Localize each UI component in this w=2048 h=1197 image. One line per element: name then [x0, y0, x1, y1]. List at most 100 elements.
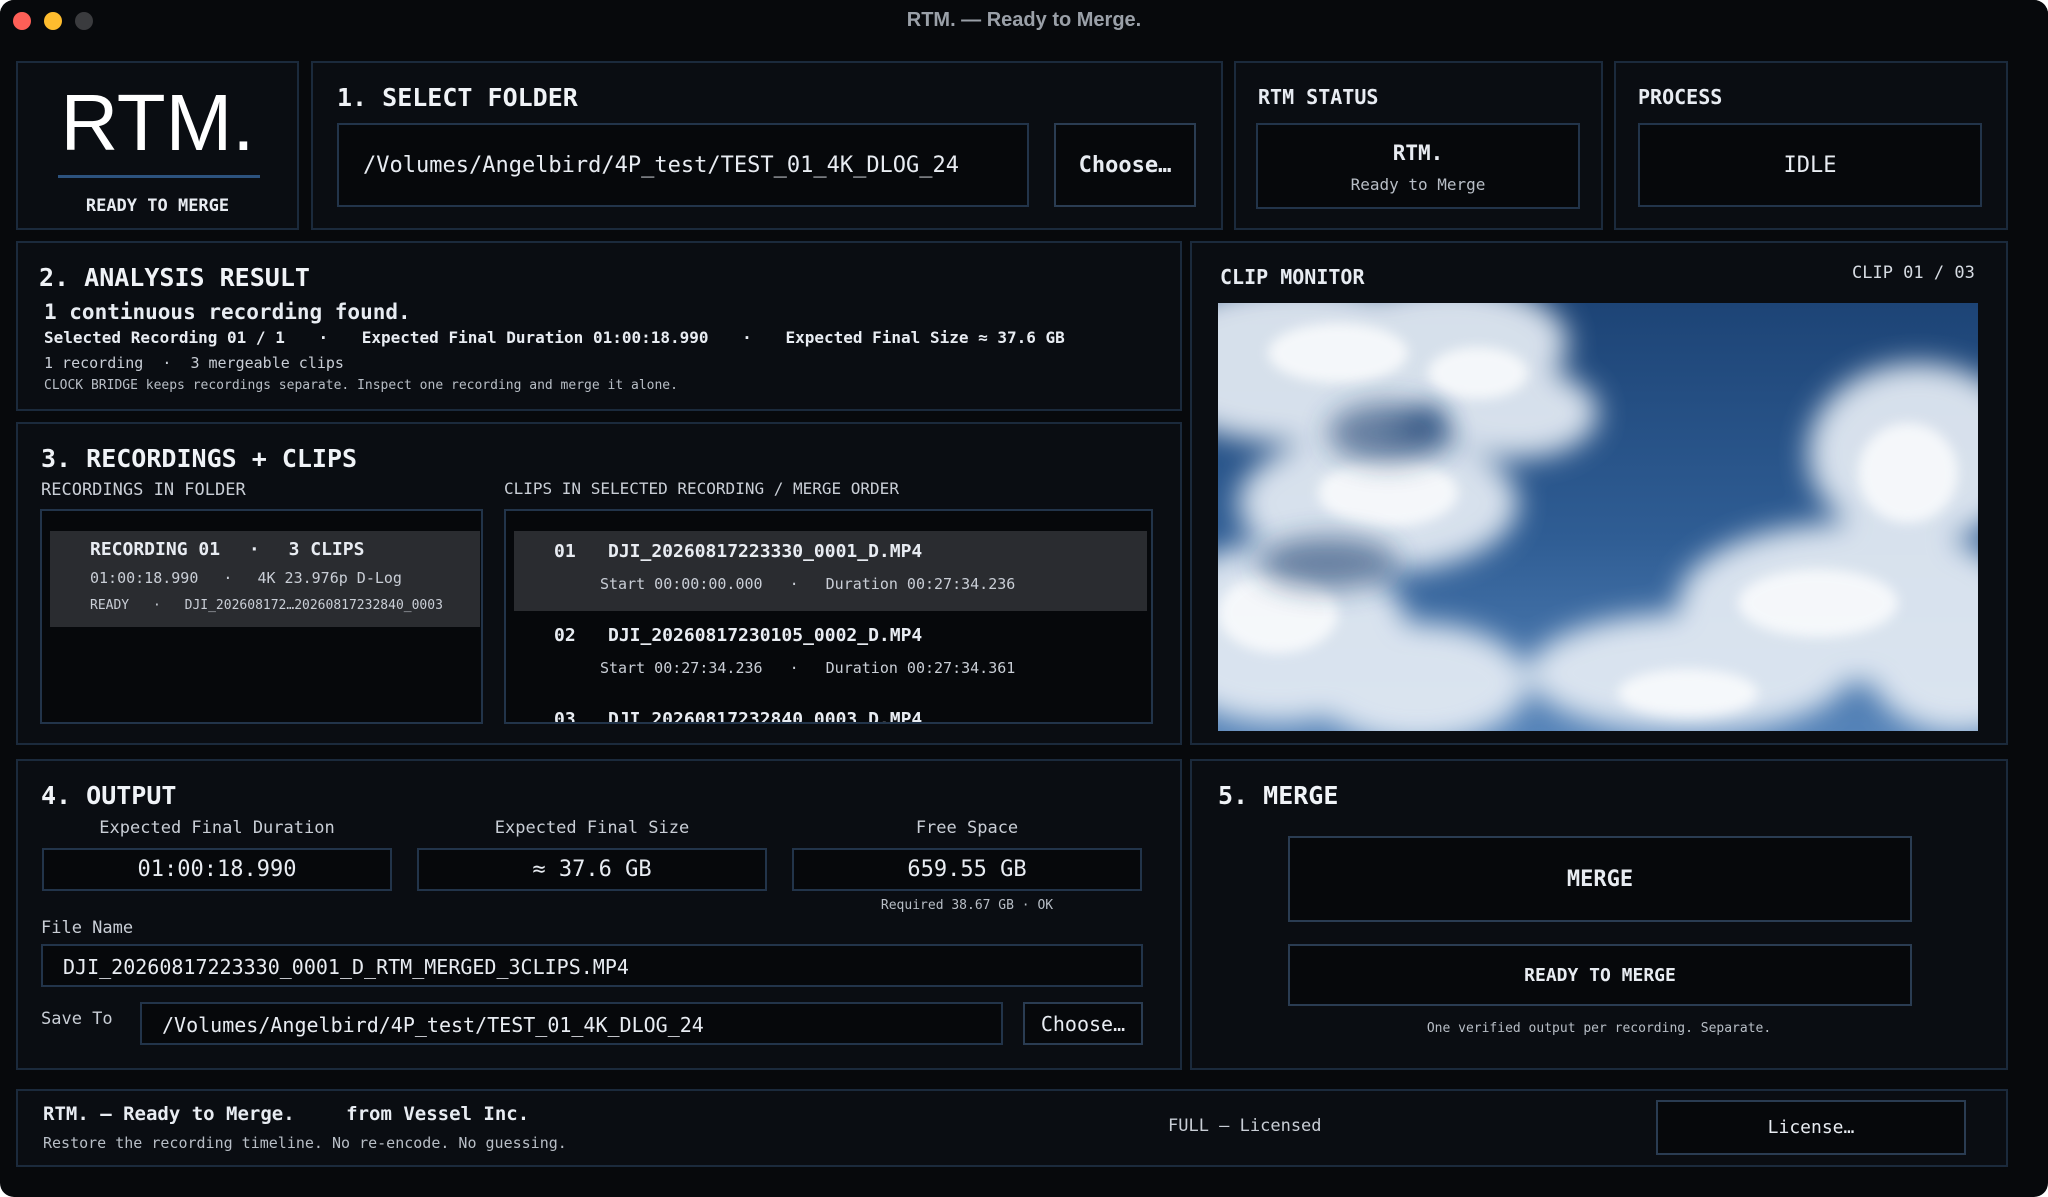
recording-files: DJI_202608172…20260817232840_0003 — [184, 598, 443, 613]
footer-title-row: RTM. — Ready to Merge. from Vessel Inc. — [43, 1103, 529, 1125]
expected-duration-text: Expected Final Duration 01:00:18.990 — [361, 328, 709, 347]
choose-output-button[interactable]: Choose… — [1023, 1002, 1143, 1045]
folder-path-field[interactable]: /Volumes/Angelbird/4P_test/TEST_01_4K_DL… — [337, 123, 1029, 207]
clip-file-name: DJI_20260817230105_0002_D.MP4 — [608, 625, 923, 646]
separator: · — [152, 598, 161, 613]
analysis-counts-row: 1 recording · 3 mergeable clips — [44, 354, 344, 372]
ready-to-merge-status: READY TO MERGE — [1288, 944, 1912, 1006]
clip-preview-image — [1218, 303, 1978, 731]
brand-panel: RTM. READY TO MERGE — [16, 61, 299, 230]
merge-button-label: MERGE — [1566, 866, 1634, 892]
save-to-input[interactable]: /Volumes/Angelbird/4P_test/TEST_01_4K_DL… — [140, 1002, 1003, 1045]
app-window: RTM. — Ready to Merge. RTM. READY TO MER… — [0, 0, 2048, 1197]
file-name-label: File Name — [41, 918, 134, 938]
recording-status-row: READY · DJI_202608172…20260817232840_000… — [90, 598, 443, 613]
clip-number: 03 — [554, 709, 576, 724]
footer-app-name: RTM. — Ready to Merge. — [43, 1103, 295, 1125]
process-title: PROCESS — [1638, 85, 1723, 109]
size-value: ≈ 37.6 GB — [532, 857, 652, 882]
selected-recording-text: Selected Recording 01 / 1 — [44, 328, 285, 347]
cloud-sky-image — [1218, 303, 1978, 731]
merge-button[interactable]: MERGE — [1288, 836, 1912, 922]
duration-label: Expected Final Duration — [99, 818, 335, 838]
free-space-value: 659.55 GB — [907, 857, 1027, 882]
choose-folder-button[interactable]: Choose… — [1054, 123, 1196, 207]
footer-company: from Vessel Inc. — [346, 1103, 530, 1125]
process-state: IDLE — [1783, 153, 1837, 178]
folder-path: /Volumes/Angelbird/4P_test/TEST_01_4K_DL… — [363, 153, 960, 178]
recordings-panel: 3. RECORDINGS + CLIPS RECORDINGS IN FOLD… — [16, 422, 1182, 745]
clip-monitor-title: CLIP MONITOR — [1220, 265, 1365, 289]
analysis-note: CLOCK BRIDGE keeps recordings separate. … — [44, 378, 678, 393]
clip-timing-row: Start 00:00:00.000 · Duration 00:27:34.2… — [600, 575, 1015, 593]
recording-meta-row: 01:00:18.990 · 4K 23.976p D-Log — [90, 569, 402, 587]
merge-note: One verified output per recording. Separ… — [1426, 1021, 1772, 1036]
recording-item-01[interactable]: RECORDING 01 · 3 CLIPS 01:00:18.990 · 4K… — [50, 531, 480, 627]
file-name-input[interactable]: DJI_20260817223330_0001_D_RTM_MERGED_3CL… — [41, 944, 1143, 987]
clip-duration: Duration 00:27:34.236 — [825, 575, 1016, 593]
separator: · — [789, 575, 799, 593]
license-button[interactable]: License… — [1656, 1100, 1966, 1155]
analysis-summary-row: Selected Recording 01 / 1 · Expected Fin… — [44, 328, 1065, 347]
license-button-label: License… — [1767, 1117, 1855, 1138]
window-title: RTM. — Ready to Merge. — [906, 9, 1142, 31]
save-to-label: Save To — [41, 1009, 113, 1029]
merge-panel: 5. MERGE MERGE READY TO MERGE One verifi… — [1190, 759, 2008, 1070]
recording-duration: 01:00:18.990 — [90, 569, 199, 587]
save-to-value: /Volumes/Angelbird/4P_test/TEST_01_4K_DL… — [162, 1013, 704, 1037]
logo-underline — [58, 175, 260, 178]
clip-file-name: DJI_20260817232840_0003_D.MP4 — [608, 709, 923, 724]
clip-number: 01 — [554, 541, 576, 562]
separator: · — [742, 328, 752, 347]
clip-counter: CLIP 01 / 03 — [1852, 263, 1975, 283]
select-folder-title: 1. SELECT FOLDER — [337, 83, 578, 112]
analysis-panel: 2. ANALYSIS RESULT 1 continuous recordin… — [16, 241, 1182, 411]
title-bar: RTM. — Ready to Merge. — [0, 0, 2048, 44]
rtm-status-name: RTM. — [1392, 141, 1444, 165]
rtm-status-box: RTM. Ready to Merge — [1256, 123, 1580, 209]
select-folder-panel: 1. SELECT FOLDER /Volumes/Angelbird/4P_t… — [311, 61, 1223, 230]
recording-title-row: RECORDING 01 · 3 CLIPS — [90, 539, 364, 560]
analysis-headline: 1 continuous recording found. — [44, 300, 411, 324]
ready-to-merge-label: READY TO MERGE — [1524, 964, 1676, 986]
clip-item-02[interactable]: 02 DJI_20260817230105_0002_D.MP4 Start 0… — [514, 615, 1147, 695]
output-panel: 4. OUTPUT Expected Final Duration 01:00:… — [16, 759, 1182, 1070]
rtm-status-text: Ready to Merge — [1350, 175, 1486, 194]
size-label: Expected Final Size — [494, 818, 690, 838]
merge-title: 5. MERGE — [1218, 781, 1339, 810]
clip-item-03[interactable]: 03 DJI_20260817232840_0003_D.MP4 — [514, 699, 1147, 724]
process-panel: PROCESS IDLE — [1614, 61, 2008, 230]
free-space-label: Free Space — [915, 818, 1019, 838]
clip-start: Start 00:00:00.000 — [600, 575, 763, 593]
expected-size-text: Expected Final Size ≈ 37.6 GB — [785, 328, 1065, 347]
clips-merge-order-label: CLIPS IN SELECTED RECORDING / MERGE ORDE… — [504, 479, 899, 498]
recordings-in-folder-label: RECORDINGS IN FOLDER — [41, 480, 246, 500]
clips-list[interactable]: 01 DJI_20260817223330_0001_D.MP4 Start 0… — [504, 509, 1153, 724]
clip-timing-row: Start 00:27:34.236 · Duration 00:27:34.3… — [600, 659, 1015, 677]
rtm-status-title: RTM STATUS — [1258, 85, 1379, 109]
rtm-status-panel: RTM STATUS RTM. Ready to Merge — [1234, 61, 1603, 230]
process-state-box: IDLE — [1638, 123, 1982, 207]
recording-status: READY — [90, 598, 130, 613]
recording-format: 4K 23.976p D-Log — [257, 569, 402, 587]
brand-logo: RTM. — [60, 78, 255, 167]
size-field: ≈ 37.6 GB — [417, 848, 767, 891]
analysis-title: 2. ANALYSIS RESULT — [39, 263, 310, 292]
clip-monitor-panel: CLIP MONITOR CLIP 01 / 03 — [1190, 241, 2008, 745]
brand-tagline: READY TO MERGE — [85, 196, 230, 216]
recording-name: RECORDING 01 — [90, 539, 221, 560]
license-status: FULL — Licensed — [1168, 1116, 1322, 1136]
output-title: 4. OUTPUT — [41, 781, 177, 810]
separator: · — [789, 659, 799, 677]
separator: · — [223, 569, 233, 587]
clip-duration: Duration 00:27:34.361 — [825, 659, 1016, 677]
separator: · — [248, 539, 260, 560]
recordings-list[interactable]: RECORDING 01 · 3 CLIPS 01:00:18.990 · 4K… — [40, 509, 483, 724]
footer-tagline: Restore the recording timeline. No re-en… — [43, 1134, 567, 1152]
recordings-title: 3. RECORDINGS + CLIPS — [41, 444, 358, 473]
separator: · — [318, 328, 329, 347]
clip-count: 3 mergeable clips — [190, 354, 344, 372]
recording-clip-count: 3 CLIPS — [288, 539, 365, 560]
clip-item-01[interactable]: 01 DJI_20260817223330_0001_D.MP4 Start 0… — [514, 531, 1147, 611]
clip-file-name: DJI_20260817223330_0001_D.MP4 — [608, 541, 923, 562]
